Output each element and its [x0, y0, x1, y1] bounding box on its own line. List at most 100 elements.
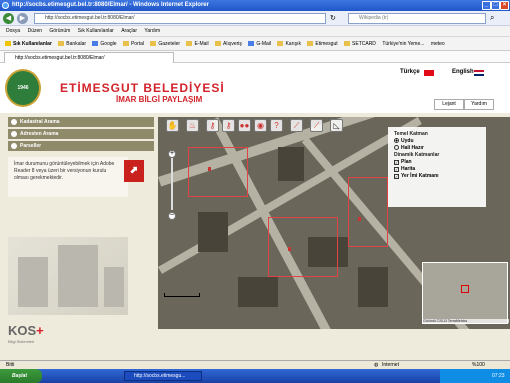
- zoom-in-button[interactable]: +: [168, 150, 176, 158]
- fav-item[interactable]: Türkiye'nin Yeme...: [382, 37, 424, 50]
- fav-item[interactable]: Karışık: [277, 37, 301, 50]
- menu-help[interactable]: Yardım: [144, 26, 160, 37]
- layer-panel: Temel Katman Uydu Hali Hazır Dinamik Kat…: [388, 127, 486, 207]
- minimap-extent-box[interactable]: [461, 285, 469, 293]
- parcel-label: [288, 247, 291, 251]
- parcel-outline[interactable]: [268, 217, 338, 277]
- binoculars-icon[interactable]: ●●: [238, 119, 251, 132]
- area-icon[interactable]: ◺: [330, 119, 343, 132]
- zoom-slider[interactable]: [171, 158, 173, 210]
- checkbox-checked-icon[interactable]: ✓: [394, 160, 399, 165]
- fav-item[interactable]: Bankalar: [58, 37, 86, 50]
- lang-tr-link[interactable]: Türkçe: [400, 69, 420, 75]
- fav-item[interactable]: Google: [92, 37, 117, 50]
- back-button[interactable]: ◀: [3, 13, 14, 24]
- folder-icon: [58, 41, 65, 46]
- folder-icon: [186, 41, 193, 46]
- fav-item[interactable]: SETCARD: [344, 37, 376, 50]
- measure-icon[interactable]: ⟋: [290, 119, 303, 132]
- folder-icon: [307, 41, 314, 46]
- key-alt-icon[interactable]: ⚷: [222, 119, 235, 132]
- minimize-button[interactable]: _: [482, 1, 491, 10]
- logo-year: 1946: [17, 85, 29, 91]
- accordion-address-search[interactable]: Adresten Arama: [8, 129, 154, 139]
- uk-flag-icon[interactable]: [474, 70, 484, 76]
- hand-icon[interactable]: ✋: [166, 119, 179, 132]
- favorites-button[interactable]: Sık Kullanılanlar: [5, 37, 52, 50]
- zoom-out-button[interactable]: −: [168, 212, 176, 220]
- map-scale-bar: [164, 293, 200, 297]
- folder-icon: [150, 41, 157, 46]
- measure-alt-icon[interactable]: ⟋: [310, 119, 323, 132]
- legend-button[interactable]: Lejant: [434, 99, 464, 110]
- window-title: http://socbs.etimesgut.bel.tr:8080/Elmar…: [12, 2, 209, 8]
- parcel-outline[interactable]: [348, 177, 388, 247]
- parcel-outline[interactable]: [188, 147, 248, 197]
- municipality-logo: 1946: [5, 69, 41, 107]
- start-button[interactable]: Başlat: [0, 369, 42, 383]
- taskbar-item-ie[interactable]: http://socbs.etimesgu...: [124, 371, 202, 381]
- fire-icon[interactable]: ♨: [186, 119, 199, 132]
- tab-active[interactable]: http://socbs.etimesgut.bel.tr:8080/Elmar…: [4, 52, 174, 63]
- fav-item[interactable]: Etimesgut: [307, 37, 338, 50]
- map-view[interactable]: ✋ ♨ ⚷ ⚷ ●● ◉ ? ⟋ ⟋ ◺ + − Temel Katman Uy…: [158, 117, 510, 329]
- menu-view[interactable]: Görünüm: [49, 26, 70, 37]
- zoom-window-icon[interactable]: ◉: [254, 119, 267, 132]
- accordion-cadastral-search[interactable]: Kadastral Arama: [8, 117, 154, 127]
- search-icon[interactable]: ⌕: [490, 13, 494, 23]
- maximize-button[interactable]: □: [491, 1, 500, 10]
- accordion-parcels[interactable]: Parseller: [8, 141, 154, 151]
- help-icon[interactable]: ?: [270, 119, 283, 132]
- base-layer-option[interactable]: Hali Hazır: [394, 145, 480, 152]
- left-panel: Kadastral Arama Adresten Arama Parseller…: [0, 113, 156, 360]
- forward-button[interactable]: ▶: [17, 13, 28, 24]
- menu-edit[interactable]: Düzen: [28, 26, 42, 37]
- expand-icon: [11, 119, 17, 125]
- google-icon: [92, 41, 99, 46]
- dynamic-layer-option[interactable]: ✓ Yer İmi Katmanı: [394, 173, 480, 180]
- fav-item[interactable]: meteo: [431, 37, 445, 50]
- refresh-icon[interactable]: ↻: [330, 14, 336, 22]
- dynamic-layer-title: Dinamik Katmanlar: [394, 152, 440, 158]
- fav-item[interactable]: Alışveriş: [215, 37, 242, 50]
- turkey-flag-icon[interactable]: [424, 70, 434, 76]
- pdf-icon[interactable]: ⬈: [124, 160, 144, 182]
- brand-subtitle: İMAR BİLGİ PAYLAŞIM: [116, 95, 203, 104]
- dynamic-layer-option[interactable]: ✓ Plan: [394, 159, 480, 166]
- taskbar: Başlat http://socbs.etimesgu... 07:23: [0, 369, 510, 383]
- radio-icon[interactable]: [394, 145, 399, 150]
- fav-item[interactable]: Gazeteler: [150, 37, 180, 50]
- address-toolbar: ◀ ▶ http://socbs.etimesgut.bel.tr:8080/E…: [0, 11, 510, 26]
- status-bar: Bitti ◍ Internet %100: [0, 360, 510, 369]
- kos-subtitle: Bilgi Sistemleri: [8, 339, 35, 344]
- system-tray: 07:23: [440, 369, 510, 383]
- lang-en-link[interactable]: English: [452, 69, 474, 75]
- dynamic-layer-option[interactable]: ✓ Harita: [394, 166, 480, 173]
- menu-file[interactable]: Dosya: [6, 26, 20, 37]
- checkbox-checked-icon[interactable]: ✓: [394, 167, 399, 172]
- fav-item[interactable]: E-Mail: [186, 37, 209, 50]
- base-layer-option[interactable]: Uydu: [394, 138, 480, 145]
- section-label: Parseller: [20, 143, 42, 149]
- page-content: 1946 ETİMESGUT BELEDİYESİ İMAR BİLGİ PAY…: [0, 63, 510, 360]
- radio-selected-icon[interactable]: [394, 138, 399, 143]
- kos-logo: KOS+: [8, 323, 44, 338]
- fav-item[interactable]: Portal: [122, 37, 144, 50]
- brand-title: ETİMESGUT BELEDİYESİ: [60, 81, 225, 95]
- parcel-label: [358, 217, 361, 221]
- menu-favorites[interactable]: Sık Kullanılanlar: [78, 26, 114, 37]
- folder-icon: [277, 41, 284, 46]
- checkbox-checked-icon[interactable]: ✓: [394, 174, 399, 179]
- map-building: [358, 267, 388, 307]
- address-input[interactable]: http://socbs.etimesgut.bel.tr:8080/Elmar…: [34, 13, 326, 24]
- close-button[interactable]: ×: [500, 1, 509, 10]
- help-button[interactable]: Yardım: [464, 99, 494, 110]
- key-icon[interactable]: ⚷: [206, 119, 219, 132]
- menu-bar: Dosya Düzen Görünüm Sık Kullanılanlar Ar…: [0, 26, 510, 37]
- fav-item[interactable]: G-Mail: [248, 37, 271, 50]
- search-placeholder: Wikipedia (tr): [359, 15, 389, 21]
- overview-minimap[interactable]: Görüntü ©2013 TerraMetrics: [422, 262, 509, 324]
- menu-tools[interactable]: Araçlar: [121, 26, 137, 37]
- search-input[interactable]: Wikipedia (tr): [348, 13, 486, 24]
- site-header: 1946 ETİMESGUT BELEDİYESİ İMAR BİLGİ PAY…: [0, 63, 510, 113]
